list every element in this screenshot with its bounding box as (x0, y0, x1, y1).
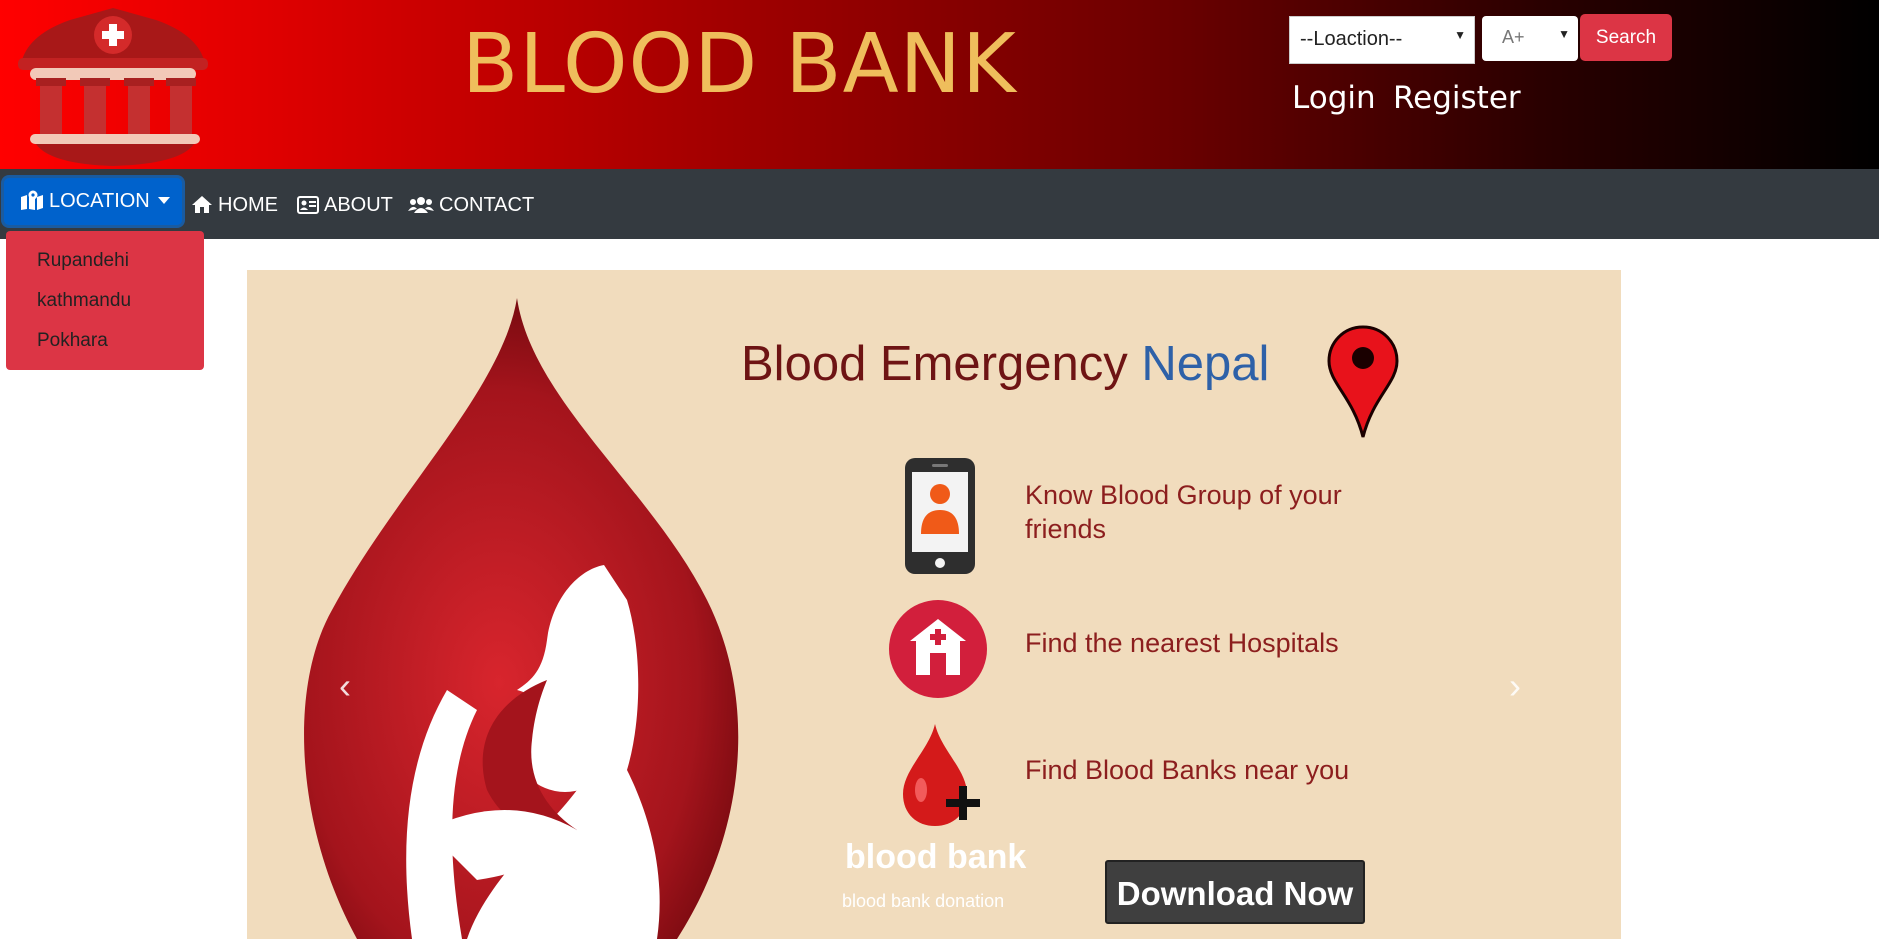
nav-about[interactable]: ABOUT (297, 194, 393, 217)
carousel-prev-arrow[interactable]: ‹ (339, 665, 351, 707)
location-select-value: --Loaction-- (1300, 28, 1403, 50)
hero-carousel[interactable]: Blood Emergency Nepal Know Blood Group o… (247, 270, 1621, 939)
dropdown-item-kathmandu[interactable]: kathmandu (37, 290, 131, 312)
home-icon (192, 196, 212, 213)
nav-contact[interactable]: CONTACT (408, 194, 534, 217)
caret-down-icon (157, 197, 170, 204)
chevron-down-icon: ▼ (1558, 27, 1570, 41)
location-dropdown-label: LOCATION (49, 190, 150, 212)
feature-nearest-hospitals: Find the nearest Hospitals (1025, 628, 1339, 658)
location-select[interactable]: --Loaction-- ▼ (1289, 16, 1475, 64)
map-marked-icon (21, 190, 43, 210)
chevron-down-icon: ▼ (1454, 28, 1466, 42)
nav-home-label: HOME (218, 194, 278, 216)
register-link[interactable]: Register (1393, 80, 1521, 116)
mother-baby-drop-illustration (304, 298, 739, 939)
feature-blood-banks: Find Blood Banks near you (1025, 755, 1350, 785)
dropdown-item-pokhara[interactable]: Pokhara (37, 330, 108, 352)
location-dropdown-menu: Rupandehi kathmandu Pokhara (6, 231, 204, 370)
blood-bank-logo-icon[interactable] (10, 4, 216, 166)
site-title: BLOOD BANK (462, 17, 1017, 112)
feature-know-blood-group: Know Blood Group of your friends (1025, 480, 1342, 544)
users-icon (408, 197, 434, 213)
blood-drop-plus-icon (903, 724, 980, 826)
blood-group-select-value: A+ (1502, 27, 1525, 47)
phone-user-icon (905, 458, 975, 574)
search-button[interactable]: Search (1580, 14, 1672, 61)
nav-home[interactable]: HOME (191, 194, 278, 217)
banner-title-main: Blood Emergency (741, 337, 1142, 391)
nav-about-label: ABOUT (324, 194, 393, 216)
map-pin-icon (1327, 325, 1399, 438)
carousel-caption-subtitle: blood bank donation (842, 891, 1005, 911)
address-card-icon (297, 196, 319, 214)
main-navbar: LOCATION HOME ABOUT CONTACT (0, 169, 1879, 239)
carousel-next-arrow[interactable]: › (1509, 665, 1521, 707)
site-header: BLOOD BANK --Loaction-- ▼ A+ ▼ Search Lo… (0, 0, 1879, 169)
banner-title-accent: Nepal (1141, 337, 1270, 391)
carousel-caption-title: blood bank (845, 838, 1027, 876)
hospital-icon (889, 600, 987, 698)
banner-title: Blood Emergency Nepal (741, 336, 1269, 392)
download-now-button[interactable]: Download Now (1105, 860, 1365, 924)
login-link[interactable]: Login (1292, 80, 1376, 116)
location-dropdown-toggle[interactable]: LOCATION (4, 178, 182, 225)
nav-contact-label: CONTACT (439, 194, 535, 216)
blood-group-select[interactable]: A+ ▼ (1482, 16, 1578, 61)
dropdown-item-rupandehi[interactable]: Rupandehi (37, 250, 129, 272)
